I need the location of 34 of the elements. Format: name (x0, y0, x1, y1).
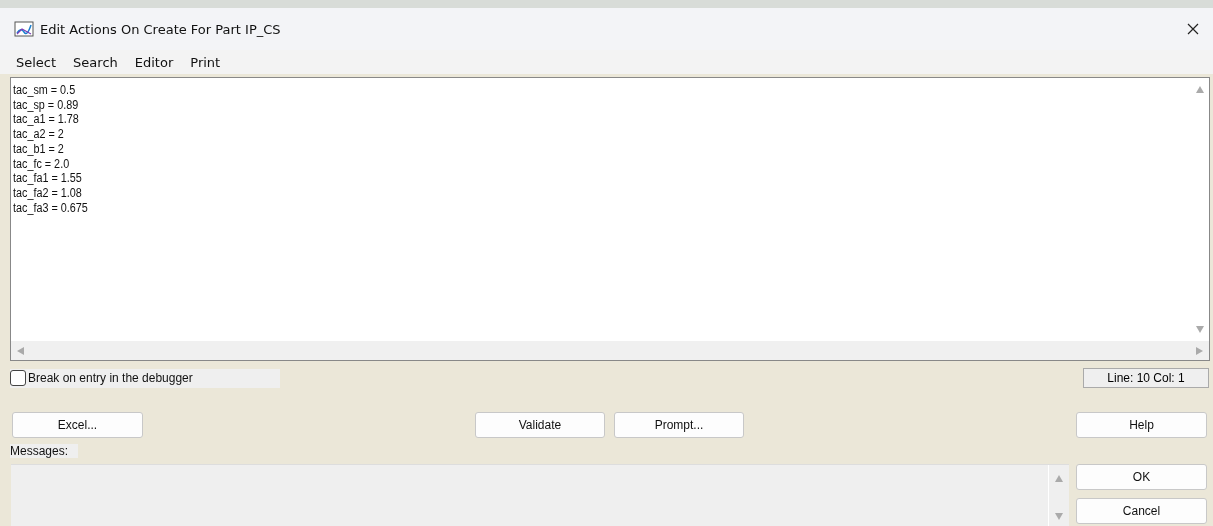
right-arrow-icon[interactable] (1196, 346, 1203, 355)
code-line: tac_fa3 = 0.675 (13, 200, 89, 216)
code-line: tac_fa1 = 1.55 (13, 171, 83, 186)
checkbox-label: Break on entry in the debugger (28, 371, 193, 385)
code-line: tac_sm = 0.5 (13, 83, 77, 98)
menu-item[interactable]: Editor (134, 54, 174, 70)
horizontal-scrollbar[interactable] (11, 341, 1209, 360)
code-line: tac_a2 = 2 (13, 127, 65, 142)
down-arrow-icon[interactable] (1055, 513, 1063, 520)
menu-item[interactable]: Search (73, 54, 118, 70)
up-arrow-icon[interactable] (1055, 475, 1063, 482)
messages-label: Messages: (10, 444, 79, 458)
checkbox[interactable] (10, 370, 26, 386)
prompt-button[interactable]: Prompt... (614, 412, 744, 438)
ok-button[interactable]: OK (1076, 464, 1207, 490)
code-line: tac_b1 = 2 (13, 141, 65, 157)
validate-button[interactable]: Validate (475, 412, 605, 438)
close-icon[interactable] (1187, 23, 1199, 35)
excel-button[interactable]: Excel... (12, 412, 143, 438)
left-arrow-icon[interactable] (17, 346, 24, 355)
menu-item[interactable]: Select (16, 54, 57, 70)
window-title: Edit Actions On Create For Part IP_CS (40, 21, 282, 37)
help-button[interactable]: Help (1076, 412, 1207, 438)
down-arrow-icon[interactable] (1196, 326, 1204, 333)
cancel-button[interactable]: Cancel (1076, 498, 1207, 524)
code-line: tac_fa2 = 1.08 (13, 185, 83, 201)
menu-item[interactable]: Print (190, 54, 221, 70)
code-line: tac_fc = 2.0 (13, 156, 71, 172)
code-line: tac_sp = 0.89 (13, 97, 80, 113)
cursor-position: Line: 10 Col: 1 (1083, 368, 1209, 388)
code-line: tac_a1 = 1.78 (13, 112, 80, 128)
code-editor[interactable]: tac_sm = 0.5 tac_sp = 0.89 tac_a1 = 1.78 tac_a2 = 2 tac_b1 = 2 tac_fc = 2.0 tac_fa1 = 1.55 tac_fa2 = 1.08 tac_fa3 = 0.675 (10, 77, 1210, 361)
chart-app-icon (14, 21, 34, 37)
up-arrow-icon[interactable] (1196, 86, 1204, 93)
